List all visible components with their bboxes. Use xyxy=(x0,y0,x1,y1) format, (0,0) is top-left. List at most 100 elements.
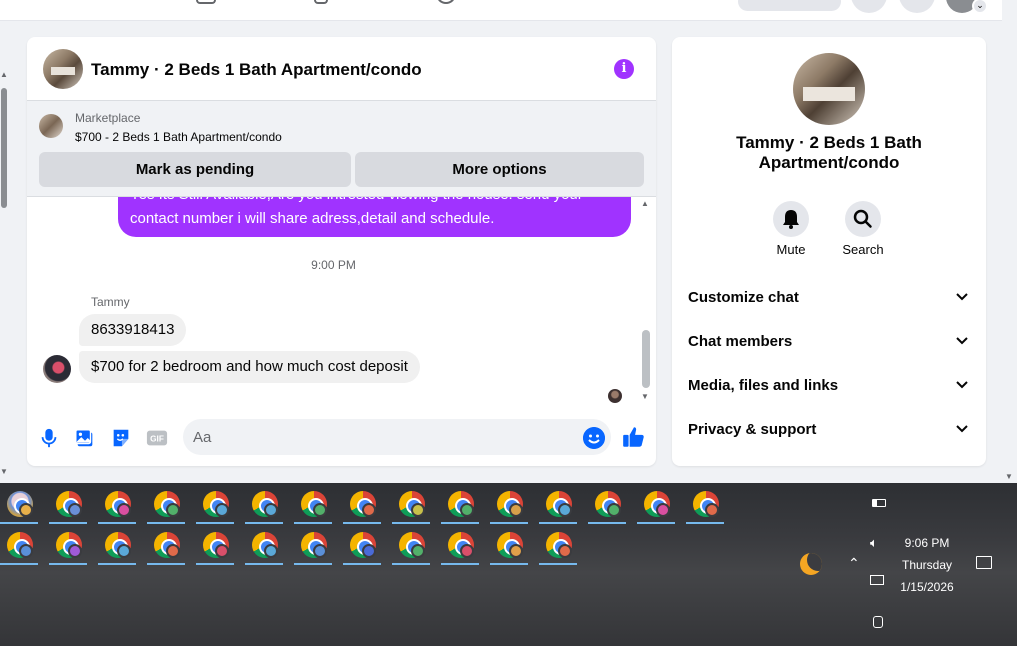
clock-day[interactable]: Thursday xyxy=(896,558,958,572)
taskbar-chrome-profile-button[interactable] xyxy=(539,527,579,565)
message-input[interactable] xyxy=(183,419,611,455)
message-scrollbar-thumb[interactable] xyxy=(642,330,650,388)
gaming-nav-icon[interactable] xyxy=(436,0,456,4)
message-scrollbar[interactable]: ▲ ▼ xyxy=(640,197,652,407)
photo-icon[interactable] xyxy=(74,427,96,449)
taskbar-chrome-profile-button[interactable] xyxy=(441,486,481,524)
running-indicator xyxy=(637,522,675,524)
groups-nav-icon[interactable] xyxy=(314,0,328,4)
taskbar-chrome-profile-button[interactable] xyxy=(196,486,236,524)
thumbs-up-icon[interactable] xyxy=(621,424,647,450)
network-icon[interactable] xyxy=(870,575,884,585)
search-label: Search xyxy=(842,242,884,257)
taskbar-chrome-profile-button[interactable] xyxy=(245,527,285,565)
meet-now-icon[interactable] xyxy=(873,616,883,628)
right-page-scrollbar[interactable]: ▼ xyxy=(1002,21,1017,483)
profile-avatar[interactable] xyxy=(793,53,865,125)
chat-title[interactable]: Tammy · 2 Beds 1 Bath Apartment/condo xyxy=(91,60,422,80)
taskbar-chrome-profile-button[interactable] xyxy=(49,527,89,565)
windows-taskbar: 🔈︎ ⌃ 9:06 PM Thursday 1/15/2026 xyxy=(0,483,1017,646)
message-list: Yes Its Still Available,Are you intreste… xyxy=(27,197,656,407)
scroll-down-arrow-icon[interactable]: ▼ xyxy=(1005,472,1013,481)
running-indicator xyxy=(392,522,430,524)
taskbar-chrome-profile-button[interactable] xyxy=(588,486,628,524)
taskbar-app-button[interactable] xyxy=(0,486,40,524)
taskbar-chrome-profile-button[interactable] xyxy=(343,486,383,524)
messenger-nav-icon[interactable] xyxy=(899,0,935,13)
taskbar-chrome-profile-button[interactable] xyxy=(294,486,334,524)
taskbar-chrome-profile-button[interactable] xyxy=(392,527,432,565)
customize-chat-section[interactable]: Customize chat xyxy=(688,280,972,316)
taskbar-chrome-profile-button[interactable] xyxy=(49,486,89,524)
taskbar-chrome-profile-button[interactable] xyxy=(147,486,187,524)
scroll-down-arrow-icon[interactable]: ▼ xyxy=(641,392,649,401)
timestamp-separator: 9:00 PM xyxy=(311,258,356,272)
create-button[interactable] xyxy=(738,0,841,11)
taskbar-chrome-profile-button[interactable] xyxy=(686,486,726,524)
privacy-support-section[interactable]: Privacy & support xyxy=(688,412,972,448)
clock-date[interactable]: 1/15/2026 xyxy=(896,580,958,594)
chevron-down-icon[interactable]: ⌄ xyxy=(972,0,988,14)
gif-icon[interactable]: GIF xyxy=(146,427,168,449)
emoji-icon[interactable] xyxy=(583,427,605,449)
running-indicator xyxy=(441,563,479,565)
chat-avatar[interactable] xyxy=(43,49,83,89)
sticker-icon[interactable] xyxy=(110,427,132,449)
taskbar-chrome-profile-button[interactable] xyxy=(294,527,334,565)
running-indicator xyxy=(294,522,332,524)
running-indicator xyxy=(539,522,577,524)
menu-grid-icon[interactable] xyxy=(851,0,887,13)
listing-title[interactable]: $700 - 2 Beds 1 Bath Apartment/condo xyxy=(75,130,282,144)
taskbar-chrome-profile-button[interactable] xyxy=(637,486,677,524)
page-scrollbar[interactable]: ▲ ▼ xyxy=(0,70,9,480)
more-options-button[interactable]: More options xyxy=(355,152,644,187)
section-label: Privacy & support xyxy=(688,421,817,438)
taskbar-chrome-profile-button[interactable] xyxy=(245,486,285,524)
profile-badge-icon xyxy=(68,544,82,558)
profile-badge-icon xyxy=(117,544,131,558)
taskbar-chrome-profile-button[interactable] xyxy=(147,527,187,565)
taskbar-chrome-profile-button[interactable] xyxy=(98,486,138,524)
chat-members-section[interactable]: Chat members xyxy=(688,324,972,360)
taskbar-chrome-profile-button[interactable] xyxy=(441,527,481,565)
taskbar-chrome-profile-button[interactable] xyxy=(539,486,579,524)
battery-icon[interactable] xyxy=(872,499,886,507)
info-icon[interactable]: i xyxy=(614,59,634,79)
scroll-up-arrow-icon[interactable]: ▲ xyxy=(641,199,649,208)
scroll-up-arrow-icon[interactable]: ▲ xyxy=(0,70,8,79)
running-indicator xyxy=(490,563,528,565)
outgoing-message-line: contact number i will share adress,detai… xyxy=(130,210,495,227)
taskbar-chrome-profile-button[interactable] xyxy=(392,486,432,524)
profile-badge-icon xyxy=(264,544,278,558)
running-indicator xyxy=(49,563,87,565)
page-scrollbar-thumb[interactable] xyxy=(1,88,7,208)
taskbar-chrome-profile-button[interactable] xyxy=(490,486,530,524)
profile-badge-icon xyxy=(215,544,229,558)
mute-button[interactable] xyxy=(773,201,809,237)
taskbar-chrome-profile-button[interactable] xyxy=(0,527,40,565)
profile-badge-icon xyxy=(313,544,327,558)
profile-badge-icon xyxy=(411,544,425,558)
listing-thumbnail[interactable] xyxy=(39,114,63,138)
clock-time[interactable]: 9:06 PM xyxy=(896,536,958,550)
search-button[interactable] xyxy=(845,201,881,237)
media-files-links-section[interactable]: Media, files and links xyxy=(688,368,972,404)
taskbar-chrome-profile-button[interactable] xyxy=(98,527,138,565)
taskbar-chrome-profile-button[interactable] xyxy=(343,527,383,565)
marketplace-nav-icon[interactable] xyxy=(196,0,216,4)
sender-avatar[interactable] xyxy=(43,355,71,383)
moon-weather-icon[interactable] xyxy=(800,553,822,575)
microphone-icon[interactable] xyxy=(38,427,60,449)
running-indicator xyxy=(392,563,430,565)
mark-as-pending-button[interactable]: Mark as pending xyxy=(39,152,351,187)
taskbar-chrome-profile-button[interactable] xyxy=(490,527,530,565)
scroll-down-arrow-icon[interactable]: ▼ xyxy=(0,467,8,476)
notification-center-icon[interactable] xyxy=(976,556,992,569)
running-indicator xyxy=(196,563,234,565)
running-indicator xyxy=(147,522,185,524)
running-indicator xyxy=(0,522,38,524)
volume-muted-icon[interactable]: 🔈︎ xyxy=(870,535,878,551)
running-indicator xyxy=(343,522,381,524)
taskbar-chrome-profile-button[interactable] xyxy=(196,527,236,565)
chevron-up-icon[interactable]: ⌃ xyxy=(848,555,860,572)
